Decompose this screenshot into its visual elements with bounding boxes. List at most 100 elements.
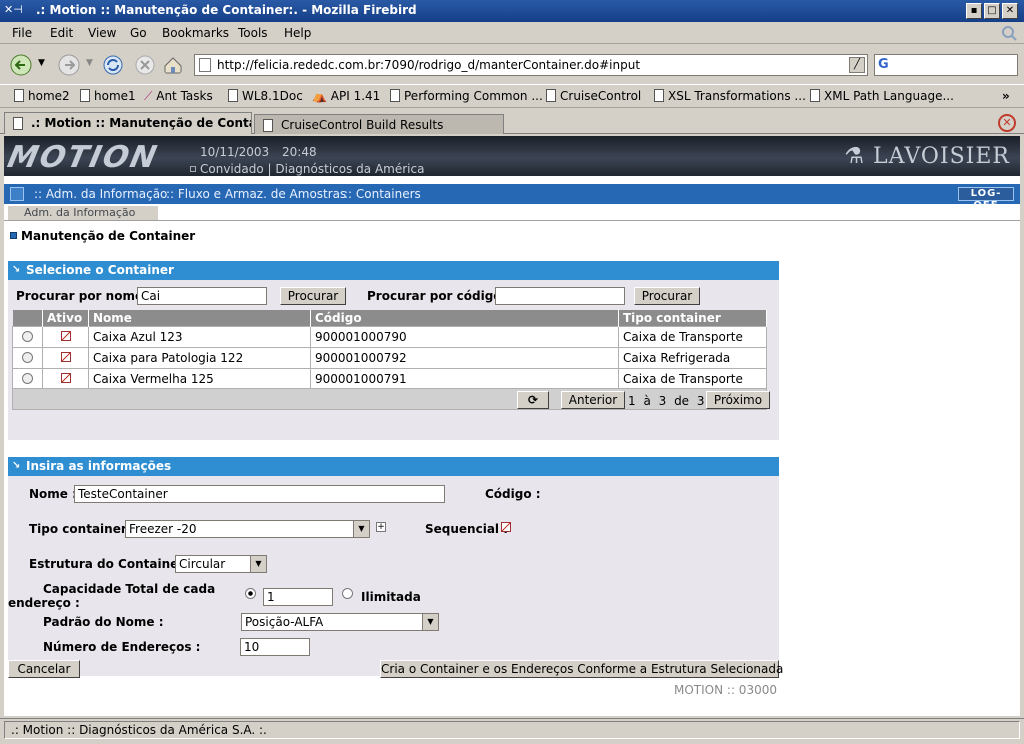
bookmark-wl81doc[interactable]: WL8.1Doc xyxy=(228,89,303,103)
tab-cruisecontrol[interactable]: CruiseControl Build Results xyxy=(254,114,504,134)
api-icon: ⛺ xyxy=(312,89,327,103)
forward-icon[interactable] xyxy=(58,54,80,76)
ativo-checkbox xyxy=(60,330,71,341)
page-icon xyxy=(263,119,273,132)
logoff-button[interactable]: LOG-OFF xyxy=(958,187,1014,211)
footer-version: MOTION :: 03000 xyxy=(674,683,777,697)
cancel-button[interactable]: Cancelar xyxy=(8,660,80,678)
column-ativo: Ativo xyxy=(42,310,89,326)
minimize-button[interactable]: ▪ xyxy=(966,3,982,19)
google-icon: G xyxy=(878,57,889,72)
status-text: .: Motion :: Diagnósticos da América S.A… xyxy=(4,721,1020,739)
nav-containers[interactable]: :: Containers xyxy=(344,187,421,201)
menu-help[interactable]: Help xyxy=(284,26,311,40)
back-dropdown-icon[interactable]: ▼ xyxy=(38,58,45,68)
cell-nome: Caixa Vermelha 125 xyxy=(88,367,311,390)
nav-adm-informacao[interactable]: :: Adm. da Informação xyxy=(34,187,167,201)
menu-file[interactable]: File xyxy=(12,26,32,40)
url-input[interactable] xyxy=(217,57,837,73)
tipo-container-select[interactable]: Freezer -20 ▼ xyxy=(125,520,370,538)
search-name-input[interactable]: Cai xyxy=(137,287,267,305)
go-icon[interactable]: ╱ xyxy=(849,57,865,73)
search-code-label: Procurar por código : xyxy=(367,289,511,303)
search-code-button[interactable]: Procurar xyxy=(634,287,700,305)
bookmark-ant-tasks[interactable]: ⟋ Ant Tasks xyxy=(144,89,213,104)
search-code-input[interactable] xyxy=(495,287,625,305)
capacidade-label: Capacidade Total de cada xyxy=(43,582,216,596)
create-container-button[interactable]: Cria o Container e os Endereços Conforme… xyxy=(380,660,783,678)
bookmark-home2[interactable]: home2 xyxy=(14,89,70,103)
bookmark-home1[interactable]: home1 xyxy=(80,89,136,103)
chevron-down-icon: ▼ xyxy=(353,521,369,537)
refresh-icon[interactable]: ⟳ xyxy=(517,391,549,409)
cell-nome: Caixa para Patologia 122 xyxy=(88,346,311,369)
subtab-adm-informacao[interactable]: Adm. da Informação xyxy=(8,206,158,220)
close-window-button[interactable]: ✕ xyxy=(1002,3,1018,19)
sequencial-label: Sequencial : xyxy=(425,522,509,536)
close-tab-icon[interactable]: ✕ xyxy=(998,114,1016,132)
padrao-label: Padrão do Nome : xyxy=(43,615,164,629)
header-time: 20:48 xyxy=(282,145,317,159)
tab-motion[interactable]: .: Motion :: Manutenção de Contain... xyxy=(4,112,252,134)
table-row[interactable]: Caixa para Patologia 122 900001000792 Ca… xyxy=(12,346,767,369)
stop-icon[interactable] xyxy=(134,54,156,76)
menu-view[interactable]: View xyxy=(88,26,116,40)
ativo-checkbox xyxy=(60,351,71,362)
nome-input[interactable]: TesteContainer xyxy=(74,485,445,503)
bookmark-xml-path[interactable]: XML Path Language... xyxy=(810,89,954,103)
page-icon xyxy=(14,89,24,102)
ilimitada-radio[interactable] xyxy=(342,588,353,599)
menu-bookmarks[interactable]: Bookmarks xyxy=(162,26,229,40)
add-icon[interactable]: + xyxy=(376,522,386,532)
table-row[interactable]: Caixa Vermelha 125 900001000791 Caixa de… xyxy=(12,367,767,390)
page-icon xyxy=(654,89,664,102)
divider xyxy=(4,220,1020,221)
next-page-button[interactable]: Próximo xyxy=(706,391,770,409)
reload-icon[interactable] xyxy=(102,54,124,76)
motion-logo: MOTION xyxy=(4,140,162,175)
address-bar[interactable]: ╱ xyxy=(194,54,868,76)
page-icon xyxy=(810,89,820,102)
row-select-radio[interactable] xyxy=(22,372,33,384)
row-select-radio[interactable] xyxy=(22,330,33,342)
bookmark-api[interactable]: ⛺ API 1.41 xyxy=(312,89,380,103)
bookmarks-toolbar: home2 home1 ⟋ Ant Tasks WL8.1Doc ⛺ API 1… xyxy=(0,84,1024,108)
forward-dropdown-icon[interactable]: ▼ xyxy=(86,58,93,68)
num-enderecos-label: Número de Endereços : xyxy=(43,640,201,654)
row-select-radio[interactable] xyxy=(22,351,33,363)
nav-fluxo-armaz[interactable]: :: Fluxo e Armaz. de Amostras xyxy=(166,187,346,201)
num-enderecos-input[interactable]: 10 xyxy=(240,638,310,656)
page-icon xyxy=(80,89,90,102)
bookmark-xsl[interactable]: XSL Transformations ... xyxy=(654,89,806,103)
menu-tools[interactable]: Tools xyxy=(238,26,268,40)
prev-page-button[interactable]: Anterior xyxy=(561,391,625,409)
capacidade-label-2: endereço : xyxy=(8,596,80,610)
ilimitada-label: Ilimitada xyxy=(361,590,421,604)
status-bar: .: Motion :: Diagnósticos da América S.A… xyxy=(0,718,1024,740)
insert-section-header: ↘ Insira as informações xyxy=(8,457,779,476)
capacidade-input[interactable]: 1 xyxy=(263,588,333,606)
bookmark-performing-common[interactable]: Performing Common ... xyxy=(390,89,543,103)
search-name-button[interactable]: Procurar xyxy=(280,287,346,305)
table-row[interactable]: Caixa Azul 123 900001000790 Caixa de Tra… xyxy=(12,325,767,348)
square-bullet-icon xyxy=(10,232,17,239)
capacidade-radio[interactable] xyxy=(245,588,256,599)
bookmark-cruisecontrol[interactable]: CruiseControl xyxy=(546,89,641,103)
menu-bar: File Edit View Go Bookmarks Tools Help xyxy=(0,22,1024,44)
maximize-button[interactable]: □ xyxy=(984,3,1000,19)
sequencial-checkbox[interactable] xyxy=(501,522,511,532)
bookmarks-overflow-button[interactable]: » xyxy=(1002,89,1010,103)
search-name-label: Procurar por nome : xyxy=(16,289,153,303)
padrao-select[interactable]: Posição-ALFA ▼ xyxy=(241,613,439,631)
menu-go[interactable]: Go xyxy=(130,26,147,40)
arrow-icon: ↘ xyxy=(12,264,21,275)
estrutura-select[interactable]: Circular ▼ xyxy=(175,555,267,573)
home-icon[interactable] xyxy=(10,187,24,201)
cell-tipo: Caixa Refrigerada xyxy=(618,346,767,369)
home-icon[interactable] xyxy=(162,54,184,76)
nome-label: Nome : xyxy=(29,487,77,501)
back-icon[interactable] xyxy=(10,54,32,76)
menu-edit[interactable]: Edit xyxy=(50,26,73,40)
page-icon xyxy=(13,117,23,130)
search-box[interactable]: G xyxy=(874,54,1018,76)
